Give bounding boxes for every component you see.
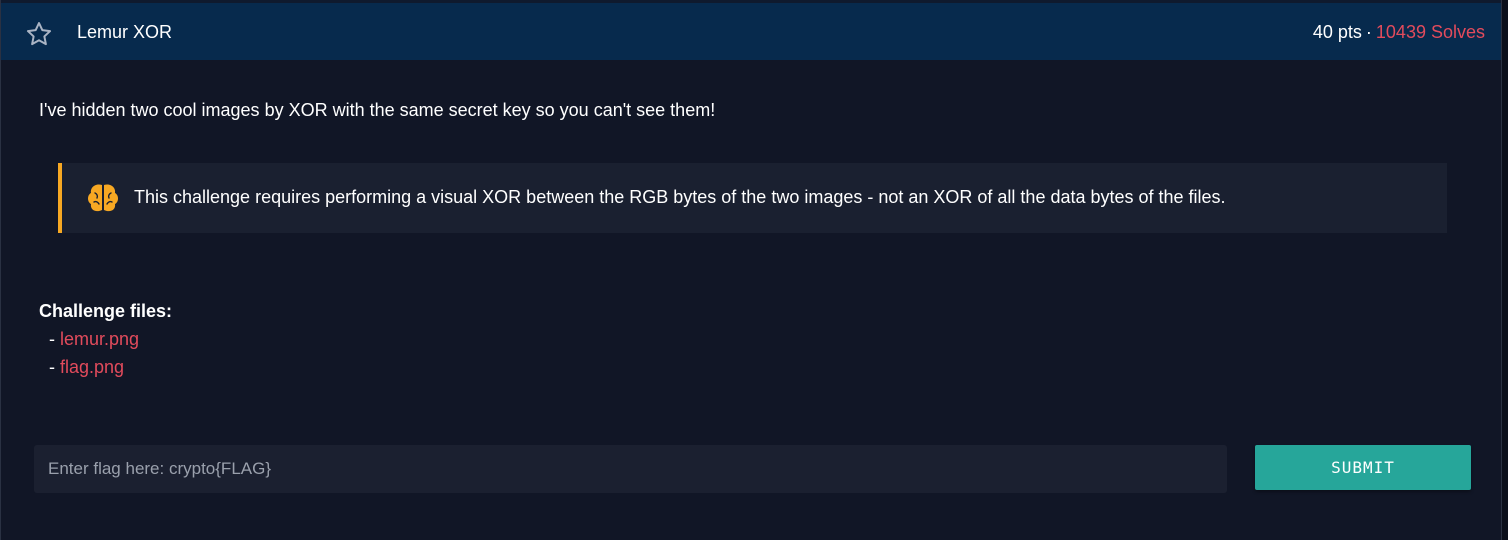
- brain-icon: [88, 184, 118, 212]
- star-icon[interactable]: [25, 20, 53, 48]
- files-heading: Challenge files:: [39, 301, 173, 321]
- points-label: 40 pts: [1312, 22, 1362, 42]
- challenge-description: I've hidden two cool images by XOR with …: [39, 100, 716, 120]
- flag-input[interactable]: [34, 445, 1227, 493]
- hint-note: This challenge requires performing a vis…: [58, 163, 1447, 233]
- challenge-card: Lemur XOR 40 pts · 10439 Solves I've hidde…: [0, 0, 1502, 540]
- file-bullet: -: [49, 357, 55, 377]
- challenge-header[interactable]: Lemur XOR 40 pts · 10439 Solves: [1, 0, 1501, 60]
- solves-count[interactable]: 10439 Solves: [1376, 22, 1485, 42]
- file-list-item: - lemur.png: [49, 329, 139, 350]
- challenge-title: Lemur XOR: [77, 22, 173, 42]
- file-bullet: -: [49, 329, 55, 349]
- file-list-item: - flag.png: [49, 357, 124, 378]
- file-link-lemur[interactable]: lemur.png: [60, 329, 139, 349]
- submit-button[interactable]: SUBMIT: [1255, 445, 1471, 490]
- hint-text: This challenge requires performing a vis…: [134, 187, 1226, 207]
- challenge-meta: 40 pts · 10439 Solves: [1313, 22, 1485, 43]
- file-link-flag[interactable]: flag.png: [60, 357, 124, 377]
- meta-separator: ·: [1365, 22, 1372, 42]
